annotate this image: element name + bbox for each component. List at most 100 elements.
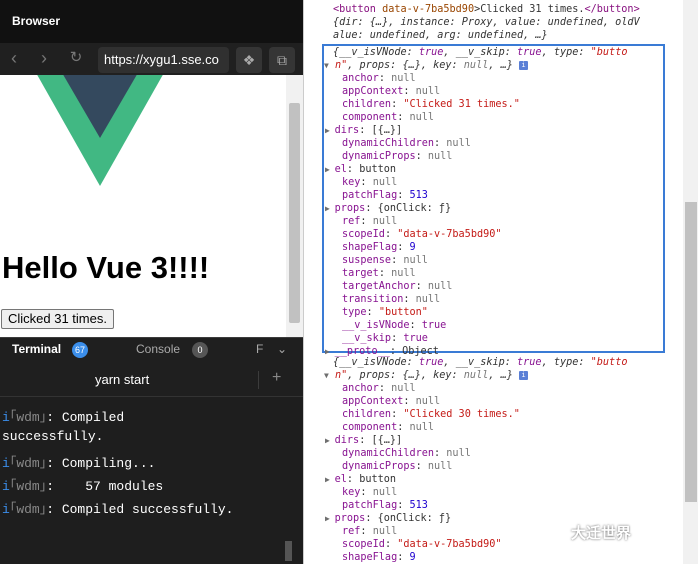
- terminal-line: i｢wdm｣: Compiled: [2, 410, 125, 425]
- devtools-console: <button data-v-7ba5bd90>Clicked 31 times…: [303, 0, 698, 564]
- vnode-prop-row: scopeId: "data-v-7ba5bd90": [342, 229, 502, 240]
- prop-value: button: [359, 474, 397, 485]
- prop-value: null: [415, 294, 441, 305]
- forward-icon[interactable]: ›: [34, 49, 54, 69]
- prop-key: dirs: [334, 435, 360, 446]
- directive-log-line[interactable]: {dir: {…}, instance: Proxy, value: undef…: [333, 16, 640, 29]
- vnode-prop-row: ref: null: [342, 216, 398, 227]
- expand-arrow-icon[interactable]: ▶: [325, 514, 335, 523]
- prop-key: appContext: [342, 86, 404, 97]
- prop-value: 513: [409, 500, 428, 511]
- vnode-prop-row: anchor: null: [342, 73, 416, 84]
- prop-value: button: [359, 164, 397, 175]
- terminal-line: i｢wdm｣: Compiled successfully.: [2, 502, 234, 517]
- vnode-header-cont[interactable]: ▼ n", props: {…}, key: null, …} i: [324, 59, 529, 72]
- expand-arrow-icon[interactable]: ▶: [325, 436, 335, 445]
- open-external-icon[interactable]: ⧉: [269, 47, 295, 73]
- vnode-prop-row[interactable]: ▶ dirs: [{…}]: [325, 124, 402, 137]
- vnode-prop-row: key: null: [342, 177, 398, 188]
- expand-arrow-icon[interactable]: ▶: [325, 126, 335, 135]
- tab-console[interactable]: Console: [136, 342, 180, 356]
- prop-key: dynamicChildren: [342, 448, 435, 459]
- prop-value: null: [446, 448, 471, 459]
- prop-key: __v_isVNode: [342, 320, 410, 331]
- prop-value: 9: [409, 552, 416, 563]
- vnode-prop-row[interactable]: ▶ dirs: [{…}]: [325, 434, 402, 447]
- prop-value: null: [427, 281, 453, 292]
- prop-key: el: [334, 474, 347, 485]
- prop-key: anchor: [342, 383, 379, 394]
- terminal-scrollbar[interactable]: [285, 541, 292, 561]
- prop-value: null: [372, 487, 398, 498]
- prop-value: "data-v-7ba5bd90": [397, 539, 502, 550]
- vnode-prop-row: scopeId: "data-v-7ba5bd90": [342, 539, 502, 550]
- prop-key: suspense: [342, 255, 392, 266]
- vue-logo: [37, 75, 163, 186]
- vnode-prop-row: component: null: [342, 112, 435, 123]
- terminal-title: yarn start: [95, 372, 150, 387]
- diamond-icon[interactable]: ❖: [236, 47, 262, 73]
- vnode-prop-row[interactable]: ▶ props: {onClick: ƒ}: [325, 202, 451, 215]
- prop-value: "Clicked 31 times.": [403, 99, 520, 110]
- expand-arrow-icon[interactable]: ▶: [325, 204, 335, 213]
- prop-key: props: [334, 203, 366, 214]
- expand-arrow-icon[interactable]: ▶: [325, 347, 335, 356]
- devtools-scrollbar-thumb[interactable]: [685, 202, 697, 502]
- terminal-line: i｢wdm｣: 57 modules: [2, 479, 164, 494]
- reload-icon[interactable]: ↻: [66, 49, 86, 69]
- vnode-prop-row: patchFlag: 513: [342, 500, 428, 511]
- prop-value: null: [409, 112, 435, 123]
- expand-arrow-icon[interactable]: ▶: [325, 165, 335, 174]
- vnode-prop-row[interactable]: ▶ el: button: [325, 163, 397, 176]
- browser-navbar: ‹ › ↻ https://xygu1.sse.co ❖ ⧉: [0, 43, 303, 75]
- prop-value: "button": [378, 307, 428, 318]
- element-log-line[interactable]: <button data-v-7ba5bd90>Clicked 31 times…: [333, 3, 640, 16]
- vnode-prop-row: dynamicProps: null: [342, 461, 453, 472]
- vnode-prop-row: ref: null: [342, 526, 398, 537]
- chevron-down-icon[interactable]: ⌄: [277, 342, 287, 356]
- prop-key: dirs: [334, 125, 360, 136]
- prop-value: "Clicked 30 times.": [403, 409, 520, 420]
- url-bar[interactable]: https://xygu1.sse.co: [98, 47, 229, 73]
- prop-key: dynamicProps: [342, 461, 416, 472]
- prop-key: ref: [342, 216, 361, 227]
- expand-arrow-icon[interactable]: ▼: [324, 371, 329, 380]
- page-scrollbar[interactable]: [286, 75, 303, 337]
- plus-icon[interactable]: +: [272, 369, 281, 387]
- vnode-header[interactable]: {__v_isVNode: true, __v_skip: true, type…: [333, 356, 627, 369]
- prop-value: null: [446, 138, 471, 149]
- info-icon[interactable]: i: [519, 60, 529, 70]
- vnode-prop-row[interactable]: ▶ el: button: [325, 473, 397, 486]
- tab-more[interactable]: F: [256, 342, 263, 356]
- prop-key: patchFlag: [342, 190, 398, 201]
- expand-arrow-icon[interactable]: ▶: [325, 475, 335, 484]
- console-count-badge: 0: [192, 342, 208, 358]
- vnode-prop-row: shapeFlag: 9: [342, 242, 416, 253]
- vnode-prop-row: appContext: null: [342, 396, 441, 407]
- prop-key: el: [334, 164, 347, 175]
- prop-key: shapeFlag: [342, 242, 398, 253]
- prop-key: transition: [342, 294, 404, 305]
- info-icon[interactable]: i: [519, 370, 529, 380]
- expand-arrow-icon[interactable]: ▼: [324, 61, 329, 70]
- page-title: Hello Vue 3!!!!: [2, 250, 210, 285]
- prop-key: type: [342, 307, 367, 318]
- prop-value: null: [427, 461, 453, 472]
- prop-key: props: [334, 513, 366, 524]
- vnode-prop-row: children: "Clicked 30 times.": [342, 409, 520, 420]
- prop-key: dynamicProps: [342, 151, 416, 162]
- vnode-prop-row: children: "Clicked 31 times.": [342, 99, 520, 110]
- browser-title: Browser: [0, 0, 303, 43]
- prop-key: scopeId: [342, 229, 385, 240]
- vnode-prop-row[interactable]: ▶ props: {onClick: ƒ}: [325, 512, 451, 525]
- terminal-divider: [258, 371, 259, 389]
- prop-value: null: [372, 177, 398, 188]
- click-counter-button[interactable]: Clicked 31 times.: [1, 309, 114, 329]
- vnode-header[interactable]: {__v_isVNode: true, __v_skip: true, type…: [333, 46, 627, 59]
- back-icon[interactable]: ‹: [4, 49, 24, 69]
- tab-terminal[interactable]: Terminal: [12, 342, 61, 356]
- page-scrollbar-thumb[interactable]: [289, 103, 300, 323]
- devtools-scrollbar[interactable]: [683, 0, 698, 564]
- prop-value: 9: [409, 242, 416, 253]
- vnode-header-cont[interactable]: ▼ n", props: {…}, key: null, …} i: [324, 369, 529, 382]
